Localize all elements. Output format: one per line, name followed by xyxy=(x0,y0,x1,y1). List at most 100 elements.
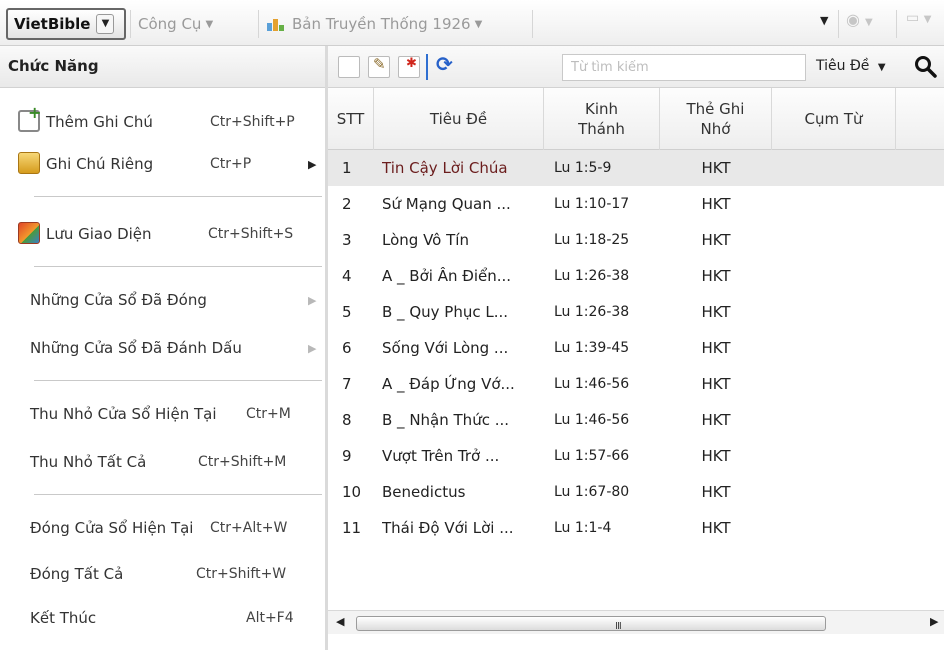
chevron-right-icon: ▶ xyxy=(308,157,317,171)
vietbible-menu-button[interactable]: VietBible ▼ xyxy=(6,8,126,40)
scrollbar-grip: III xyxy=(615,621,622,632)
menu-item-label: Đóng Tất Cả xyxy=(30,565,124,583)
cell-bible-ref: Lu 1:46-56 xyxy=(554,412,630,428)
table-row[interactable]: 4 A _ Bởi Ân Điển... Lu 1:26-38 HKT xyxy=(328,258,944,294)
menu-item-add-note[interactable]: Thêm Ghi Chú Ctr+Shift+P xyxy=(0,103,325,140)
cell-title: Sứ Mạng Quan ... xyxy=(382,195,511,213)
column-header-stt[interactable]: STT xyxy=(328,88,374,150)
table-row[interactable]: 3 Lòng Vô Tín Lu 1:18-25 HKT xyxy=(328,222,944,258)
table-row[interactable]: 7 A _ Đáp Ứng Vớ... Lu 1:46-56 HKT xyxy=(328,366,944,402)
menu-item-closed-windows[interactable]: Những Cửa Sổ Đã Đóng ▶ xyxy=(0,282,325,318)
cell-bible-ref: Lu 1:10-17 xyxy=(554,196,630,212)
cell-stt: 2 xyxy=(342,195,352,213)
cell-title: B _ Quy Phục L... xyxy=(382,303,509,321)
toolbar-divider xyxy=(896,10,897,38)
delete-note-icon[interactable] xyxy=(398,56,420,78)
search-scope-label: Tiêu Đề xyxy=(816,58,870,74)
horizontal-scrollbar[interactable]: ◀ III ▶ xyxy=(328,610,944,634)
column-header-title[interactable]: Tiêu Đề xyxy=(374,88,544,150)
column-header-label: STT xyxy=(336,110,365,128)
menu-item-bookmarked-windows[interactable]: Những Cửa Sổ Đã Đánh Dấu ▶ xyxy=(0,330,325,366)
cell-tag: HKT xyxy=(701,375,731,393)
menu-item-minimize-current[interactable]: Thu Nhỏ Cửa Sổ Hiện Tại Ctr+M xyxy=(0,396,325,432)
column-header-label: Cụm Từ xyxy=(804,110,863,128)
cell-title: Vượt Trên Trở ... xyxy=(382,447,500,465)
layout-icon[interactable]: ▭ ▼ xyxy=(906,10,931,26)
menu-item-close-current[interactable]: Đóng Cửa Sổ Hiện Tại Ctr+Alt+W xyxy=(0,510,325,546)
menu-separator xyxy=(34,380,322,381)
new-note-icon[interactable] xyxy=(338,56,360,78)
cell-stt: 11 xyxy=(342,519,362,537)
menu-item-shortcut: Ctr+M xyxy=(246,406,291,422)
table-row[interactable]: 5 B _ Quy Phục L... Lu 1:26-38 HKT xyxy=(328,294,944,330)
chevron-down-icon[interactable]: ▼ xyxy=(820,14,828,27)
menu-item-label: Kết Thúc xyxy=(30,609,97,627)
bible-version-label: Bản Truyền Thống 1926 xyxy=(292,15,471,33)
toolbar-divider xyxy=(130,10,131,38)
menu-item-shortcut: Ctr+Shift+W xyxy=(196,566,287,582)
cell-stt: 3 xyxy=(342,231,352,249)
menu-separator xyxy=(34,266,322,267)
cell-stt: 4 xyxy=(342,267,352,285)
chevron-down-icon: ▼ xyxy=(474,18,483,30)
menu-item-close-all[interactable]: Đóng Tất Cả Ctr+Shift+W xyxy=(0,556,325,592)
cell-tag: HKT xyxy=(701,519,731,537)
column-header-phrase[interactable]: Cụm Từ xyxy=(772,88,896,150)
column-header-label: Thánh xyxy=(578,120,625,138)
history-icon[interactable]: ◉ ▼ xyxy=(846,10,873,29)
menu-item-exit[interactable]: Kết Thúc Alt+F4 xyxy=(0,600,325,636)
scroll-right-icon[interactable]: ▶ xyxy=(930,615,938,628)
cell-bible-ref: Lu 1:67-80 xyxy=(554,484,630,500)
cell-bible-ref: Lu 1:57-66 xyxy=(554,448,630,464)
search-icon[interactable] xyxy=(913,54,937,78)
table-row[interactable]: 1 Tin Cậy Lời Chúa Lu 1:5-9 HKT xyxy=(328,150,944,186)
table-row[interactable]: 6 Sống Với Lòng ... Lu 1:39-45 HKT xyxy=(328,330,944,366)
save-layout-icon xyxy=(18,222,40,244)
menu-item-minimize-all[interactable]: Thu Nhỏ Tất Cả Ctr+Shift+M xyxy=(0,444,325,480)
cell-bible-ref: Lu 1:39-45 xyxy=(554,340,630,356)
tools-menu-label: Công Cụ xyxy=(138,15,202,33)
menu-item-label: Thêm Ghi Chú xyxy=(46,113,153,131)
table-row[interactable]: 10 Benedictus Lu 1:67-80 HKT xyxy=(328,474,944,510)
refresh-icon[interactable]: ⟳ xyxy=(436,52,460,76)
cell-stt: 8 xyxy=(342,411,352,429)
cell-stt: 7 xyxy=(342,375,352,393)
table-row[interactable]: 8 B _ Nhận Thức ... Lu 1:46-56 HKT xyxy=(328,402,944,438)
cell-tag: HKT xyxy=(701,411,731,429)
panel-title: Chức Năng xyxy=(0,46,325,88)
cell-bible-ref: Lu 1:26-38 xyxy=(554,304,630,320)
cell-stt: 6 xyxy=(342,339,352,357)
toolbar-divider xyxy=(258,10,259,38)
search-input[interactable] xyxy=(562,54,806,81)
column-header-bible-ref[interactable]: Kinh Thánh xyxy=(544,88,660,150)
menu-item-label: Đóng Cửa Sổ Hiện Tại xyxy=(30,519,194,537)
table-row[interactable]: 9 Vượt Trên Trở ... Lu 1:57-66 HKT xyxy=(328,438,944,474)
cell-stt: 5 xyxy=(342,303,352,321)
menu-item-label: Thu Nhỏ Tất Cả xyxy=(30,453,147,471)
cell-stt: 10 xyxy=(342,483,362,501)
scrollbar-thumb[interactable]: III xyxy=(356,616,826,632)
menu-item-save-layout[interactable]: Lưu Giao Diện Ctr+Shift+S xyxy=(0,216,325,252)
table-row[interactable]: 11 Thái Độ Với Lời ... Lu 1:1-4 HKT xyxy=(328,510,944,546)
cell-stt: 9 xyxy=(342,447,352,465)
menu-item-private-notes[interactable]: Ghi Chú Riêng Ctr+P ▶ xyxy=(0,146,325,182)
menu-item-shortcut: Ctr+Alt+W xyxy=(210,520,288,536)
chevron-down-icon: ▼ xyxy=(96,14,115,34)
search-scope-dropdown[interactable]: Tiêu Đề ▼ xyxy=(816,58,886,74)
toolbar-dropdown[interactable] xyxy=(540,10,832,38)
edit-note-icon[interactable] xyxy=(368,55,390,78)
menu-separator xyxy=(34,494,322,495)
cell-bible-ref: Lu 1:18-25 xyxy=(554,232,630,248)
scroll-left-icon[interactable]: ◀ xyxy=(336,615,344,628)
vietbible-menu-label: VietBible xyxy=(14,15,91,33)
table-row[interactable]: 2 Sứ Mạng Quan ... Lu 1:10-17 HKT xyxy=(328,186,944,222)
cell-tag: HKT xyxy=(701,195,731,213)
cell-tag: HKT xyxy=(701,339,731,357)
bible-version-menu-button[interactable]: Bản Truyền Thống 1926 ▼ xyxy=(266,8,482,40)
column-header-tag[interactable]: Thẻ Ghi Nhớ xyxy=(660,88,772,150)
menu-item-label: Lưu Giao Diện xyxy=(46,225,152,243)
cell-title: Lòng Vô Tín xyxy=(382,231,469,249)
tools-menu-button[interactable]: Công Cụ ▼ xyxy=(138,8,213,40)
toolbar-divider xyxy=(532,10,533,38)
menu-item-label: Thu Nhỏ Cửa Sổ Hiện Tại xyxy=(30,405,217,423)
